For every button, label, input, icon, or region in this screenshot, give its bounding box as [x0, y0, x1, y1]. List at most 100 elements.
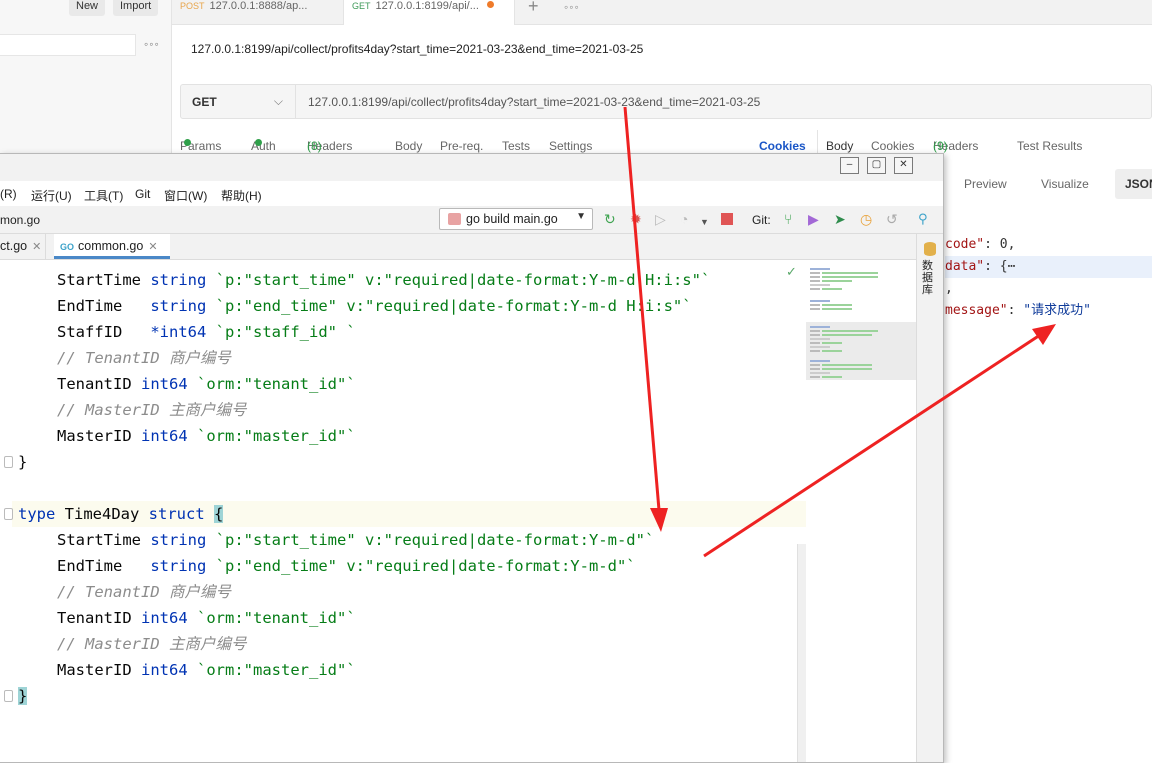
database-icon[interactable] — [924, 242, 936, 256]
rerun-icon[interactable]: ↻ — [604, 211, 616, 227]
fold-marker-icon[interactable] — [4, 456, 13, 468]
code-line: type Time4Day struct { — [18, 501, 224, 527]
struct-tag: `p:"staff_id" ` — [215, 323, 356, 341]
struct-tag: `p:"end_time" v:"required|date-format:Y-… — [215, 297, 692, 315]
code-comment: // TenantID 商户编号 — [57, 349, 231, 367]
close-icon[interactable]: ✕ — [148, 241, 157, 253]
response-pane: Preview Visualize JSON code": 0, data": … — [945, 155, 1152, 763]
response-tab-cookies[interactable]: Cookies — [871, 139, 914, 153]
new-tab-icon[interactable]: + — [528, 0, 539, 17]
breadcrumb[interactable]: mon.go — [0, 213, 40, 227]
code-line: StartTime string `p:"start_time" v:"requ… — [57, 267, 710, 293]
json-string-value: "请求成功" — [1023, 303, 1091, 318]
maximize-icon[interactable]: ▢ — [867, 157, 886, 174]
menu-git[interactable]: Git — [135, 187, 150, 201]
tabs-more-icon[interactable]: ◦◦◦ — [564, 0, 580, 14]
ide-titlebar: – ▢ ✕ — [0, 154, 943, 181]
code-line: } — [18, 453, 28, 471]
method-badge: GET — [352, 1, 371, 11]
code-editor[interactable]: StartTime string `p:"start_time" v:"requ… — [0, 260, 806, 762]
field-name: EndTime — [57, 557, 123, 575]
sidebar-more-icon[interactable]: ◦◦◦ — [144, 37, 160, 51]
menu-run[interactable]: 运行(U) — [31, 187, 72, 204]
stop-icon[interactable] — [721, 213, 733, 225]
code-line: EndTime string `p:"end_time" v:"required… — [57, 553, 636, 579]
search-icon[interactable]: ⚲ — [918, 211, 928, 227]
json-key: code" — [945, 237, 985, 252]
type-name: int64 — [141, 661, 188, 679]
url-input[interactable]: 127.0.0.1:8199/api/collect/profits4day?s… — [308, 95, 760, 109]
type-name: int64 — [141, 375, 188, 393]
view-preview[interactable]: Preview — [964, 169, 1007, 199]
url-bar: GET ⌵ 127.0.0.1:8199/api/collect/profits… — [180, 84, 1152, 119]
response-tab-body[interactable]: Body — [826, 139, 853, 153]
struct-tag: `orm:"tenant_id"` — [197, 375, 356, 393]
code-line: EndTime string `p:"end_time" v:"required… — [57, 293, 692, 319]
field-name: StaffID — [57, 323, 123, 341]
sidebar-search-input[interactable] — [0, 34, 136, 56]
brace: } — [18, 687, 28, 705]
method-label: GET — [192, 95, 217, 109]
tab-body[interactable]: Body — [395, 139, 422, 153]
code-line: } — [18, 683, 28, 709]
field-name: MasterID — [57, 427, 132, 445]
fold-marker-icon[interactable] — [4, 690, 13, 702]
close-icon[interactable]: ✕ — [894, 157, 913, 174]
response-line[interactable]: data": {⋯ — [945, 256, 1152, 278]
tab-tests[interactable]: Tests — [502, 139, 530, 153]
git-update-icon[interactable]: ⑂ — [784, 211, 792, 227]
request-tab-post[interactable]: POST 127.0.0.1:8888/ap... — [180, 0, 307, 25]
coverage-icon[interactable]: ▷ — [655, 211, 666, 227]
keyword: type — [18, 505, 56, 523]
database-panel-label[interactable]: 数据库 — [922, 260, 938, 296]
type-name: string — [150, 297, 207, 315]
menu-window[interactable]: 窗口(W) — [164, 187, 207, 204]
tab-settings[interactable]: Settings — [549, 139, 592, 153]
menu-tools[interactable]: 工具(T) — [84, 187, 123, 204]
field-name: MasterID — [57, 661, 132, 679]
menu-item[interactable]: (R) — [0, 187, 17, 201]
tab-prereq[interactable]: Pre-req. — [440, 139, 483, 153]
view-json[interactable]: JSON — [1115, 169, 1152, 199]
fold-marker-icon[interactable] — [4, 508, 13, 520]
json-rest: : — [1007, 303, 1024, 318]
code-line: TenantID int64 `orm:"tenant_id"` — [57, 605, 356, 631]
menu-help[interactable]: 帮助(H) — [221, 187, 262, 204]
struct-tag: `orm:"tenant_id"` — [197, 609, 356, 627]
tab-cookies[interactable]: Cookies — [759, 139, 806, 153]
close-icon[interactable]: ✕ — [32, 241, 41, 253]
history-icon[interactable]: ◷ — [860, 211, 872, 227]
view-visualize[interactable]: Visualize — [1041, 169, 1089, 199]
caret-down-icon: ▼ — [576, 211, 586, 222]
code-line: MasterID int64 `orm:"master_id"` — [57, 423, 356, 449]
json-key: message" — [945, 303, 1008, 318]
code-minimap[interactable] — [806, 260, 916, 762]
type-name: *int64 — [150, 323, 207, 341]
file-tab-common[interactable]: GO common.go ✕ — [54, 234, 170, 259]
caret-down-icon[interactable]: ▼ — [700, 214, 709, 230]
chevron-down-icon: ⌵ — [273, 94, 283, 108]
keyword: struct — [148, 505, 205, 523]
git-push-icon[interactable]: ▶ — [808, 211, 819, 227]
rollback-icon[interactable]: ↺ — [886, 211, 898, 227]
minimize-icon[interactable]: – — [840, 157, 859, 174]
new-button[interactable]: New — [69, 0, 106, 16]
run-config-select[interactable]: go build main.go ▼ — [439, 208, 593, 230]
import-button[interactable]: Import — [113, 0, 159, 16]
code-line: MasterID int64 `orm:"master_id"` — [57, 657, 356, 683]
response-tab-test-results[interactable]: Test Results — [1017, 139, 1082, 153]
profile-icon[interactable]: ◔ — [680, 211, 688, 227]
file-tab-label: common.go — [78, 239, 144, 253]
field-name: TenantID — [57, 375, 132, 393]
method-select[interactable]: GET ⌵ — [181, 85, 296, 118]
pane-divider — [817, 130, 818, 155]
debug-icon[interactable]: ✹ — [630, 211, 642, 227]
file-tab[interactable]: ct.go ✕ — [0, 234, 46, 259]
request-tab-bar: POST 127.0.0.1:8888/ap... GET 127.0.0.1:81… — [172, 0, 1152, 25]
go-file-icon: GO — [60, 242, 75, 252]
tab-label: 127.0.0.1:8888/ap... — [209, 0, 308, 12]
code-line: TenantID int64 `orm:"tenant_id"` — [57, 371, 356, 397]
git-commit-icon[interactable]: ➤ — [834, 211, 846, 227]
request-tab-get[interactable]: GET 127.0.0.1:8199/api/... — [343, 0, 515, 25]
vertical-scrollbar[interactable] — [797, 544, 806, 762]
